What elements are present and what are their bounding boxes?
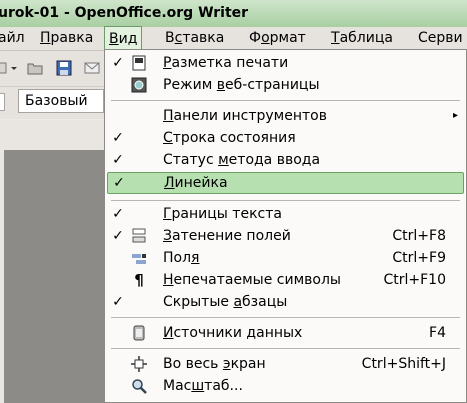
menu-item-status-bar[interactable]: ✓ Строка состояния xyxy=(105,127,466,149)
field-shading-icon xyxy=(132,228,146,243)
menu-item-formatting-marks[interactable]: ¶ Непечатаемые символы Ctrl+F10 xyxy=(105,269,466,291)
check-icon: ✓ xyxy=(112,152,124,168)
menu-item-label: Непечатаемые символы xyxy=(163,272,341,288)
menu-item-label: Статус метода ввода xyxy=(163,152,321,168)
menu-view[interactable]: Вид xyxy=(104,26,143,51)
data-sources-icon xyxy=(133,325,145,341)
check-icon: ✓ xyxy=(112,206,124,222)
menu-item-toolbars[interactable]: Панели инструментов ▸ xyxy=(105,105,466,127)
chevron-down-icon[interactable] xyxy=(11,60,17,76)
menu-item-ruler[interactable]: ✓ Линейка xyxy=(107,172,464,194)
menu-separator xyxy=(111,317,460,318)
check-icon: ✓ xyxy=(113,175,125,191)
menu-edit[interactable]: Правка xyxy=(40,27,93,49)
print-layout-icon xyxy=(132,55,146,71)
menu-item-label: Затенение полей xyxy=(163,228,291,244)
menu-separator xyxy=(111,200,460,201)
menu-item-shortcut: Ctrl+F10 xyxy=(383,272,446,288)
menu-item-label: Источники данных xyxy=(163,325,303,341)
window-titlebar: urok-01 - OpenOffice.org Writer xyxy=(0,0,467,27)
check-icon: ✓ xyxy=(112,228,124,244)
menu-table[interactable]: Таблица xyxy=(331,27,393,49)
check-icon: ✓ xyxy=(112,130,124,146)
menu-item-label: Масштаб... xyxy=(163,378,243,394)
formatting-toolbar: Базовый xyxy=(0,87,110,119)
web-layout-icon xyxy=(131,77,147,93)
mail-icon[interactable] xyxy=(84,60,100,76)
menu-item-label: Скрытые абзацы xyxy=(163,294,288,310)
fullscreen-icon xyxy=(131,356,147,372)
menu-item-shortcut: Ctrl+F8 xyxy=(392,228,446,244)
document-side-strip xyxy=(0,150,4,403)
toolbar-button-icon[interactable] xyxy=(0,60,10,76)
view-menu-dropdown: ✓ Разметка печати Режим веб-страницы Пан… xyxy=(104,49,467,403)
check-icon: ✓ xyxy=(112,294,124,310)
menu-item-shortcut: F4 xyxy=(429,325,446,341)
menu-item-label: Поля xyxy=(163,250,200,266)
menu-tools[interactable]: Серви xyxy=(418,27,463,49)
menu-item-full-screen[interactable]: Во весь экран Ctrl+Shift+J xyxy=(105,353,466,375)
menu-item-fields[interactable]: Поля Ctrl+F9 xyxy=(105,247,466,269)
window-title: urok-01 - OpenOffice.org Writer xyxy=(0,5,249,21)
pilcrow-icon: ¶ xyxy=(134,271,144,289)
menu-item-field-shadings[interactable]: ✓ Затенение полей Ctrl+F8 xyxy=(105,225,466,247)
menu-item-shortcut: Ctrl+F9 xyxy=(392,250,446,266)
menu-item-label: Панели инструментов xyxy=(163,108,327,124)
menu-item-label: Во весь экран xyxy=(163,356,266,372)
open-folder-icon[interactable] xyxy=(27,60,43,76)
menu-item-print-layout[interactable]: ✓ Разметка печати xyxy=(105,52,466,74)
document-background xyxy=(0,150,110,403)
menu-item-text-boundaries[interactable]: ✓ Границы текста xyxy=(105,203,466,225)
menu-item-label: Границы текста xyxy=(163,206,282,222)
standard-toolbar xyxy=(0,51,110,87)
menu-insert[interactable]: Вставка xyxy=(165,27,224,49)
menu-separator xyxy=(111,100,460,101)
menu-item-shortcut: Ctrl+Shift+J xyxy=(361,356,446,372)
zoom-icon xyxy=(132,379,147,394)
menu-item-label: Линейка xyxy=(164,175,228,191)
menu-item-zoom[interactable]: Масштаб... xyxy=(105,375,466,397)
paragraph-style-select[interactable]: Базовый xyxy=(18,89,104,113)
menu-format[interactable]: Формат xyxy=(249,27,306,49)
submenu-arrow-icon: ▸ xyxy=(452,110,458,121)
toolbar-handle xyxy=(0,93,5,111)
menu-file[interactable]: айл xyxy=(0,27,25,49)
save-icon[interactable] xyxy=(56,60,72,76)
check-icon: ✓ xyxy=(112,55,124,71)
menu-item-label: Режим веб-страницы xyxy=(163,77,320,93)
menu-item-label: Строка состояния xyxy=(163,130,296,146)
menu-item-label: Разметка печати xyxy=(163,55,289,71)
menu-item-data-sources[interactable]: Источники данных F4 xyxy=(105,322,466,344)
fields-icon xyxy=(132,254,146,264)
ruler-area xyxy=(0,120,110,150)
menu-item-hidden-paragraphs[interactable]: ✓ Скрытые абзацы xyxy=(105,291,466,313)
menu-item-input-method-status[interactable]: ✓ Статус метода ввода xyxy=(105,149,466,171)
menu-bar: айл Правка Вид Вставка Формат Таблица Се… xyxy=(0,26,467,51)
menu-separator xyxy=(111,348,460,349)
menu-item-web-layout[interactable]: Режим веб-страницы xyxy=(105,74,466,96)
